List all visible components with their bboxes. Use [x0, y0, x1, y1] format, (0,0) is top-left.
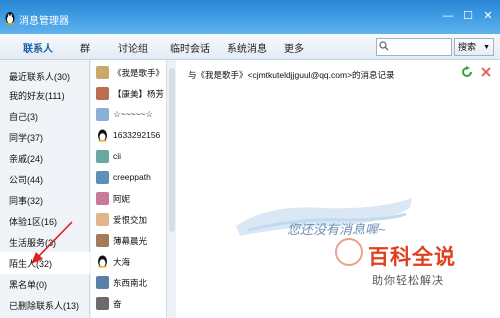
- contact-item[interactable]: 爱恨交加: [91, 211, 167, 233]
- group-item[interactable]: 已删除联系人(13): [9, 299, 79, 312]
- scrollbar-thumb[interactable]: [169, 68, 175, 232]
- tab-groups[interactable]: 群: [80, 40, 90, 55]
- contact-item[interactable]: ☆~~~~~☆: [91, 106, 167, 128]
- contact-item[interactable]: 大海: [91, 253, 167, 275]
- contact-item[interactable]: 阿妮: [91, 190, 167, 212]
- contact-item[interactable]: 东西南北: [91, 274, 167, 296]
- avatar: [96, 192, 109, 205]
- contact-item[interactable]: 薄幕晨光: [91, 232, 167, 254]
- contact-name: 薄幕晨光: [113, 236, 148, 246]
- chevron-down-icon[interactable]: ▼: [483, 40, 490, 56]
- watermark-logo-icon: [335, 238, 363, 266]
- group-item[interactable]: 最近联系人(30): [9, 70, 70, 83]
- contact-name: 《我是歌手》: [113, 68, 165, 78]
- tab-discussion[interactable]: 讨论组: [118, 40, 148, 55]
- search-button-label: 搜索: [458, 42, 477, 52]
- group-item[interactable]: 体验1区(16): [9, 215, 57, 228]
- search-input[interactable]: [391, 39, 451, 55]
- contact-item[interactable]: 【康美】杨芳: [91, 85, 167, 107]
- group-item[interactable]: 同学(37): [9, 131, 43, 144]
- search-icon: [379, 41, 389, 51]
- group-item[interactable]: 公司(44): [9, 173, 43, 186]
- window-title: 消息管理器: [19, 16, 69, 27]
- penguin-avatar-icon: [96, 255, 109, 268]
- group-item[interactable]: 同事(32): [9, 194, 43, 207]
- maximize-button[interactable]: ☐: [460, 8, 476, 24]
- tab-more[interactable]: 更多: [284, 40, 304, 55]
- contact-item[interactable]: 《我是歌手》: [91, 64, 167, 86]
- tab-contacts[interactable]: 联系人: [23, 40, 53, 55]
- avatar: [96, 234, 109, 247]
- avatar: [96, 108, 109, 121]
- avatar: [96, 297, 109, 310]
- group-item[interactable]: 生活服务(3): [9, 236, 56, 249]
- contact-name: creeppath: [113, 172, 151, 182]
- contact-name: ☆~~~~~☆: [113, 109, 154, 119]
- avatar: [96, 66, 109, 79]
- refresh-icon[interactable]: [461, 66, 473, 78]
- contact-name: 奋: [113, 299, 122, 309]
- group-item[interactable]: 我的好友(111): [9, 89, 65, 102]
- avatar: [96, 276, 109, 289]
- contact-name: 1633292156: [113, 130, 161, 140]
- tab-temp-chat[interactable]: 临时会话: [170, 40, 210, 55]
- contact-item[interactable]: 1633292156: [91, 127, 167, 149]
- contact-item[interactable]: cii: [91, 148, 167, 170]
- close-button[interactable]: ✕: [480, 8, 496, 24]
- watermark-subtitle: 助你轻松解决: [372, 275, 444, 287]
- contact-item[interactable]: creeppath: [91, 169, 167, 191]
- contact-name: cii: [113, 151, 122, 161]
- delete-icon[interactable]: [480, 66, 492, 78]
- avatar: [96, 87, 109, 100]
- penguin-avatar-icon: [96, 129, 109, 142]
- contact-name: 爱恨交加: [113, 215, 148, 225]
- tab-system-messages[interactable]: 系统消息: [227, 40, 267, 55]
- contact-name: 阿妮: [113, 194, 131, 204]
- group-item[interactable]: 陌生人(32): [9, 257, 52, 270]
- avatar: [96, 213, 109, 226]
- avatar: [96, 171, 109, 184]
- group-item[interactable]: 黑名单(0): [9, 278, 47, 291]
- qq-penguin-icon: [5, 12, 15, 25]
- contact-name: 大海: [113, 257, 131, 267]
- minimize-button[interactable]: —: [440, 8, 456, 24]
- group-item[interactable]: 亲戚(24): [9, 152, 43, 165]
- title-bar: 消息管理器 — ☐ ✕: [0, 0, 500, 34]
- contact-name: 东西南北: [113, 278, 148, 288]
- contact-item[interactable]: 奋: [91, 295, 167, 317]
- group-item[interactable]: 自己(3): [9, 110, 38, 123]
- watermark-title: 百科全说: [368, 246, 456, 269]
- record-title: 与《我是歌手》<cjmtkuteldjjguul@qq.com>的消息记录: [188, 70, 395, 80]
- tab-bar: 联系人 群 讨论组 临时会话 系统消息 更多 搜索 ▼: [0, 34, 500, 60]
- search-field[interactable]: [376, 38, 452, 56]
- contact-name: 【康美】杨芳: [113, 89, 165, 99]
- search-button[interactable]: 搜索 ▼: [454, 38, 494, 56]
- avatar: [96, 150, 109, 163]
